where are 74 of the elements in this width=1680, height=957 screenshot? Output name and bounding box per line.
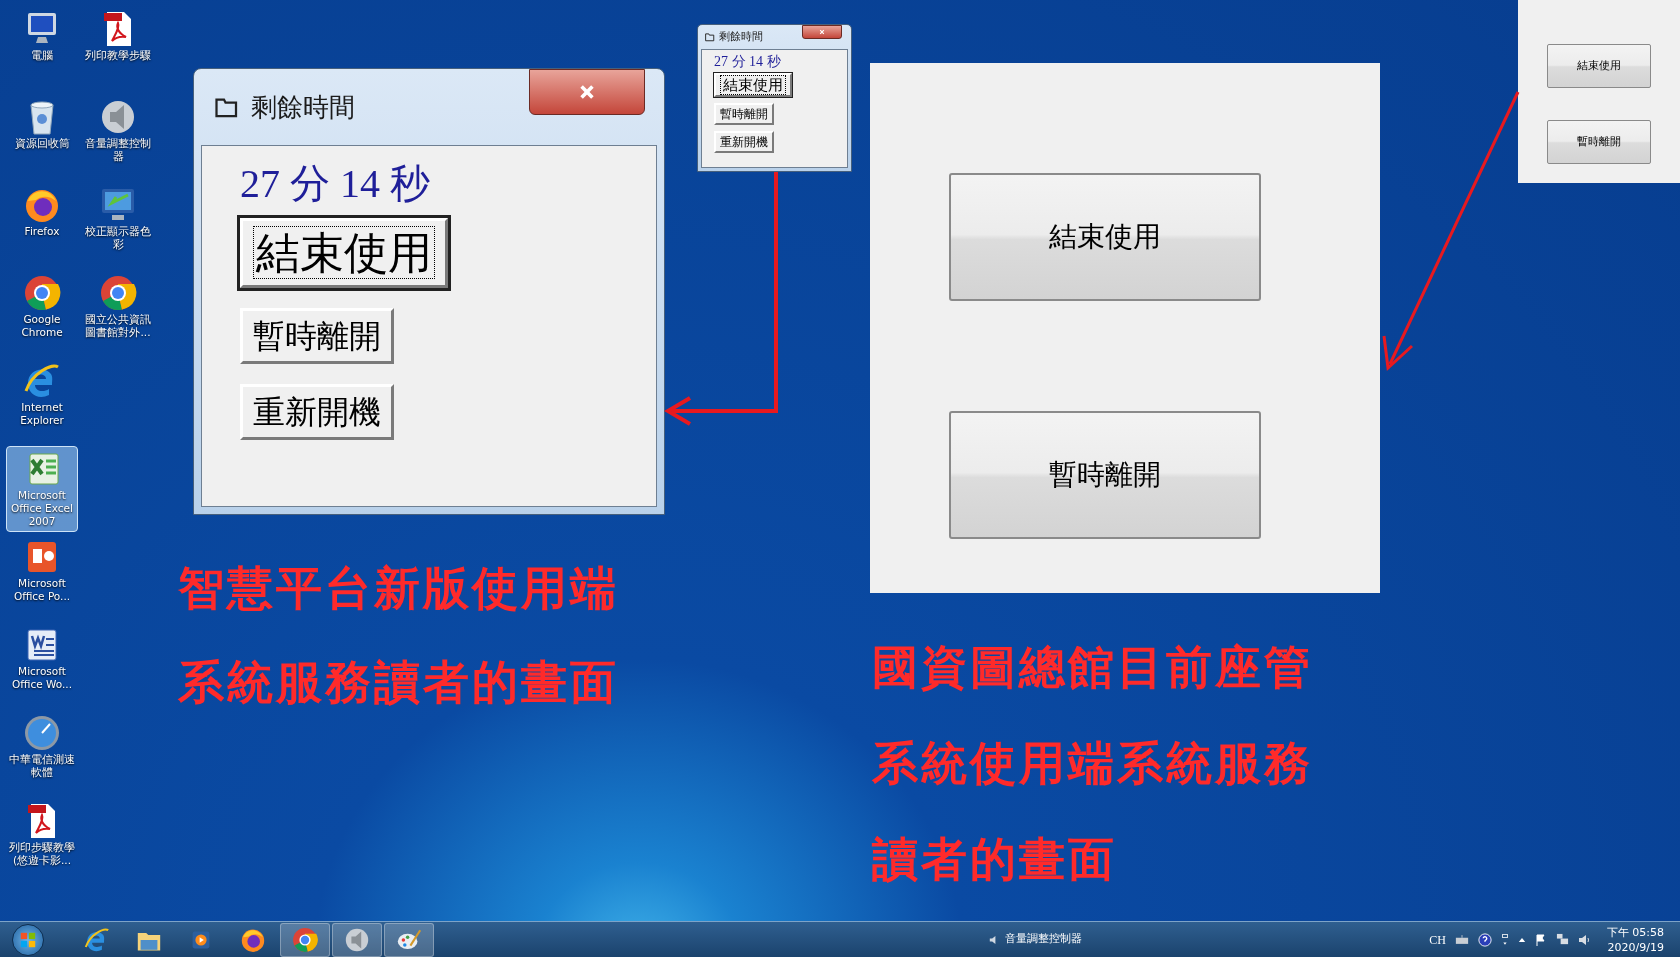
help-icon[interactable] xyxy=(1477,932,1492,947)
desktop-icon-label: Firefox xyxy=(23,225,61,238)
flag-icon[interactable] xyxy=(1534,933,1547,946)
taskbar-app-button[interactable] xyxy=(280,922,330,957)
desktop-icon-label: 音量調整控制器 xyxy=(84,137,152,163)
window-button[interactable]: 暫時離開 xyxy=(240,308,394,364)
desktop-icon[interactable]: 音量調整控制器 xyxy=(80,94,156,180)
clock-time: 下午 05:58 xyxy=(1606,924,1664,940)
desktop-icon[interactable]: Microsoft Office Po... xyxy=(6,534,78,620)
desktop-icon[interactable]: Firefox xyxy=(6,182,78,268)
remaining-time-text: 27 分 14 秒 xyxy=(240,160,431,208)
chrome-icon xyxy=(98,273,138,313)
window-switch-icon[interactable] xyxy=(1500,932,1509,947)
desktop-icon-label: Microsoft Office Excel 2007 xyxy=(10,489,74,528)
chrome-icon xyxy=(291,925,319,954)
window-button[interactable]: 重新開機 xyxy=(240,384,394,440)
window-button[interactable]: 暫時離開 xyxy=(714,103,774,125)
desktop-icon-label: 列印步驟教學(悠遊卡影... xyxy=(8,841,76,867)
caption-text: 系統服務讀者的畫面 xyxy=(178,654,619,711)
desktop-icon[interactable]: Google Chrome xyxy=(6,270,78,356)
window-button[interactable]: 重新開機 xyxy=(714,131,774,153)
windows-logo-icon xyxy=(19,930,37,949)
desktop-icon-label: 國立公共資訊圖書館對外... xyxy=(84,313,152,339)
desktop-icon[interactable]: 中華電信測速軟體 xyxy=(6,710,78,796)
speaker-icon xyxy=(989,934,997,945)
desktop-icon-label: Internet Explorer xyxy=(19,401,65,427)
window-app-icon xyxy=(215,95,239,119)
browser-e-icon xyxy=(83,925,111,954)
desktop-icon-label: Microsoft Office Po... xyxy=(12,577,72,603)
remaining-time-text: 27 分 14 秒 xyxy=(714,54,782,70)
caption-text: 智慧平台新版使用端 xyxy=(178,560,619,617)
start-button[interactable] xyxy=(12,923,44,956)
clock-date: 2020/9/19 xyxy=(1607,939,1664,955)
window-title: 剩餘時間 xyxy=(719,31,763,43)
window-title: 剩餘時間 xyxy=(251,90,355,124)
network-icon[interactable] xyxy=(1555,933,1569,946)
panel-button[interactable]: 結束使用 xyxy=(949,173,1261,301)
desktop-icon[interactable]: 電腦 xyxy=(6,6,78,92)
clock[interactable]: 下午 05:58 2020/9/19 xyxy=(1606,924,1664,955)
desktop-icon[interactable]: 國立公共資訊圖書館對外... xyxy=(80,270,156,356)
taskbar-app-button[interactable] xyxy=(332,922,382,957)
panel-button[interactable]: 結束使用 xyxy=(1547,44,1651,88)
desktop-icon[interactable]: 校正顯示器色彩 xyxy=(80,182,156,268)
desktop-icon-label: Google Chrome xyxy=(20,313,64,339)
close-button[interactable] xyxy=(802,25,842,39)
toolbar-label: 音量調整控制器 xyxy=(1005,931,1082,948)
close-button[interactable] xyxy=(529,69,645,115)
caption-text: 讀者的畫面 xyxy=(872,831,1118,888)
language-indicator[interactable]: CH xyxy=(1429,930,1446,949)
panel-button[interactable]: 暫時離開 xyxy=(949,411,1261,539)
window-button[interactable]: 結束使用 xyxy=(240,218,448,288)
desktop-icon[interactable]: Microsoft Office Wo... xyxy=(6,622,78,708)
chrome-icon xyxy=(22,273,62,313)
desktop-icon[interactable]: 資源回收筒 xyxy=(6,94,78,180)
caption-text: 國資圖總館目前座管 xyxy=(872,639,1313,696)
volume-icon[interactable] xyxy=(1577,933,1590,946)
desktop-icon-label: Microsoft Office Wo... xyxy=(11,665,73,691)
gauge-icon xyxy=(22,713,62,753)
panel-button[interactable]: 暫時離開 xyxy=(1547,120,1651,164)
desktop-icon-label: 電腦 xyxy=(30,49,54,62)
desktop-icon[interactable]: Internet Explorer xyxy=(6,358,78,444)
desktop-icon-label: 資源回收筒 xyxy=(13,137,71,150)
caption-text: 系統使用端系統服務 xyxy=(872,735,1313,792)
window-button[interactable]: 結束使用 xyxy=(714,73,792,97)
keyboard-icon[interactable] xyxy=(1454,934,1469,945)
taskbar-app-button[interactable] xyxy=(384,922,434,957)
desktop-icon-label: 校正顯示器色彩 xyxy=(84,225,152,251)
desktop-icon[interactable]: 列印教學步驟 xyxy=(80,6,156,92)
desktop-icon[interactable]: 列印步驟教學(悠遊卡影... xyxy=(6,798,78,884)
close-icon xyxy=(818,29,826,35)
window-app-icon xyxy=(705,32,715,42)
show-hidden-icons-icon[interactable] xyxy=(1517,937,1526,942)
desktop-icon-label: 中華電信測速軟體 xyxy=(8,753,76,779)
desktop-icon-label: 列印教學步驟 xyxy=(84,49,152,62)
